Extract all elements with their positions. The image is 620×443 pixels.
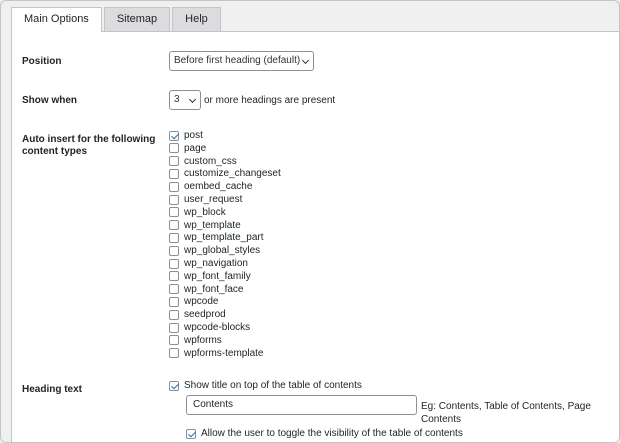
content-type-label: customize_changeset xyxy=(184,168,281,180)
heading-text-label: Heading text xyxy=(22,384,83,395)
heading-text-value: Contents xyxy=(193,399,234,410)
content-type-checkbox[interactable] xyxy=(169,194,179,205)
content-type-checkbox[interactable] xyxy=(169,284,179,295)
content-type-row[interactable]: user_request xyxy=(169,193,242,206)
content-type-checkbox[interactable] xyxy=(169,220,179,231)
content-type-label: wp_template_part xyxy=(184,232,264,244)
content-type-row[interactable]: oembed_cache xyxy=(169,180,252,193)
toggle-visibility-row[interactable]: Allow the user to toggle the visibility … xyxy=(186,427,463,440)
content-type-checkbox[interactable] xyxy=(169,322,179,333)
content-type-label: wp_template xyxy=(184,219,241,231)
content-type-label: wp_global_styles xyxy=(184,245,261,257)
content-type-label: wp_font_family xyxy=(184,270,251,282)
tab-main-options[interactable]: Main Options xyxy=(11,7,102,32)
content-type-row[interactable]: wp_global_styles xyxy=(169,244,260,257)
tab-help[interactable]: Help xyxy=(172,7,221,31)
content-type-label: custom_css xyxy=(184,155,237,167)
content-type-row[interactable]: wp_template_part xyxy=(169,231,264,244)
content-type-checkbox[interactable] xyxy=(169,181,179,192)
content-type-label: wp_block xyxy=(184,206,226,218)
content-type-row[interactable]: wp_template xyxy=(169,219,241,232)
content-type-row[interactable]: wp_block xyxy=(169,206,226,219)
content-type-checkbox[interactable] xyxy=(169,309,179,320)
show-when-suffix: or more headings are present xyxy=(204,95,336,106)
content-type-checkbox[interactable] xyxy=(169,258,179,269)
content-type-checkbox[interactable] xyxy=(169,296,179,307)
content-type-checkbox[interactable] xyxy=(169,143,179,154)
show-title-checkbox[interactable] xyxy=(169,380,179,391)
content-type-row[interactable]: wp_font_family xyxy=(169,270,251,283)
settings-window: Main Options Sitemap Help Position Befor… xyxy=(0,0,620,443)
content-type-checkbox[interactable] xyxy=(169,245,179,256)
main-options-panel: Position Before first heading (default) … xyxy=(11,31,619,442)
content-type-row[interactable]: customize_changeset xyxy=(169,167,281,180)
content-type-checkbox[interactable] xyxy=(169,348,179,359)
content-type-label: oembed_cache xyxy=(184,181,253,193)
heading-count-select[interactable]: 3 xyxy=(169,90,201,110)
content-type-checkbox[interactable] xyxy=(169,271,179,282)
content-type-checkbox[interactable] xyxy=(169,335,179,346)
content-type-row[interactable]: post xyxy=(169,129,203,142)
content-type-row[interactable]: wp_navigation xyxy=(169,257,248,270)
content-type-label: seedprod xyxy=(184,309,226,321)
content-type-row[interactable]: wpforms xyxy=(169,334,222,347)
content-type-checkbox[interactable] xyxy=(169,168,179,179)
content-type-label: user_request xyxy=(184,194,243,205)
heading-count-value: 3 xyxy=(174,94,180,105)
content-type-label: post xyxy=(184,130,203,141)
content-type-row[interactable]: custom_css xyxy=(169,155,237,168)
toggle-visibility-label: Allow the user to toggle the visibility … xyxy=(201,428,463,439)
content-type-row[interactable]: wpforms-template xyxy=(169,347,263,360)
content-type-label: wp_navigation xyxy=(184,258,248,269)
toggle-visibility-checkbox[interactable] xyxy=(186,428,196,439)
auto-insert-label-line2: content types xyxy=(22,146,88,157)
content-type-label: wpforms-template xyxy=(184,347,264,359)
content-type-checkbox[interactable] xyxy=(169,130,179,141)
content-type-row[interactable]: seedprod xyxy=(169,308,226,321)
content-type-label: wpcode xyxy=(184,296,219,308)
chevron-down-icon xyxy=(301,56,310,65)
content-type-row[interactable]: page xyxy=(169,142,206,155)
show-when-label: Show when xyxy=(22,95,77,106)
tab-sitemap[interactable]: Sitemap xyxy=(103,7,171,31)
content-type-label: wp_font_face xyxy=(184,283,244,295)
position-select[interactable]: Before first heading (default) xyxy=(169,51,314,71)
content-type-label: wpforms xyxy=(184,334,222,346)
content-type-checkbox[interactable] xyxy=(169,232,179,243)
content-type-label: wpcode-blocks xyxy=(184,322,251,333)
content-type-label: page xyxy=(184,142,207,154)
show-title-row[interactable]: Show title on top of the table of conten… xyxy=(169,379,362,392)
content-type-row[interactable]: wp_font_face xyxy=(169,283,244,296)
position-label: Position xyxy=(22,56,62,67)
content-type-row[interactable]: wpcode-blocks xyxy=(169,321,250,334)
heading-text-hint: Eg: Contents, Table of Contents, Page Co… xyxy=(421,401,591,425)
tab-bar: Main Options Sitemap Help xyxy=(11,7,223,32)
content-type-checkbox[interactable] xyxy=(169,156,179,167)
chevron-down-icon xyxy=(188,95,197,104)
position-select-value: Before first heading (default) xyxy=(174,55,301,66)
content-type-row[interactable]: wpcode xyxy=(169,295,218,308)
show-title-label: Show title on top of the table of conten… xyxy=(184,380,362,391)
content-type-checkbox[interactable] xyxy=(169,207,179,218)
heading-text-input[interactable]: Contents xyxy=(186,395,417,415)
